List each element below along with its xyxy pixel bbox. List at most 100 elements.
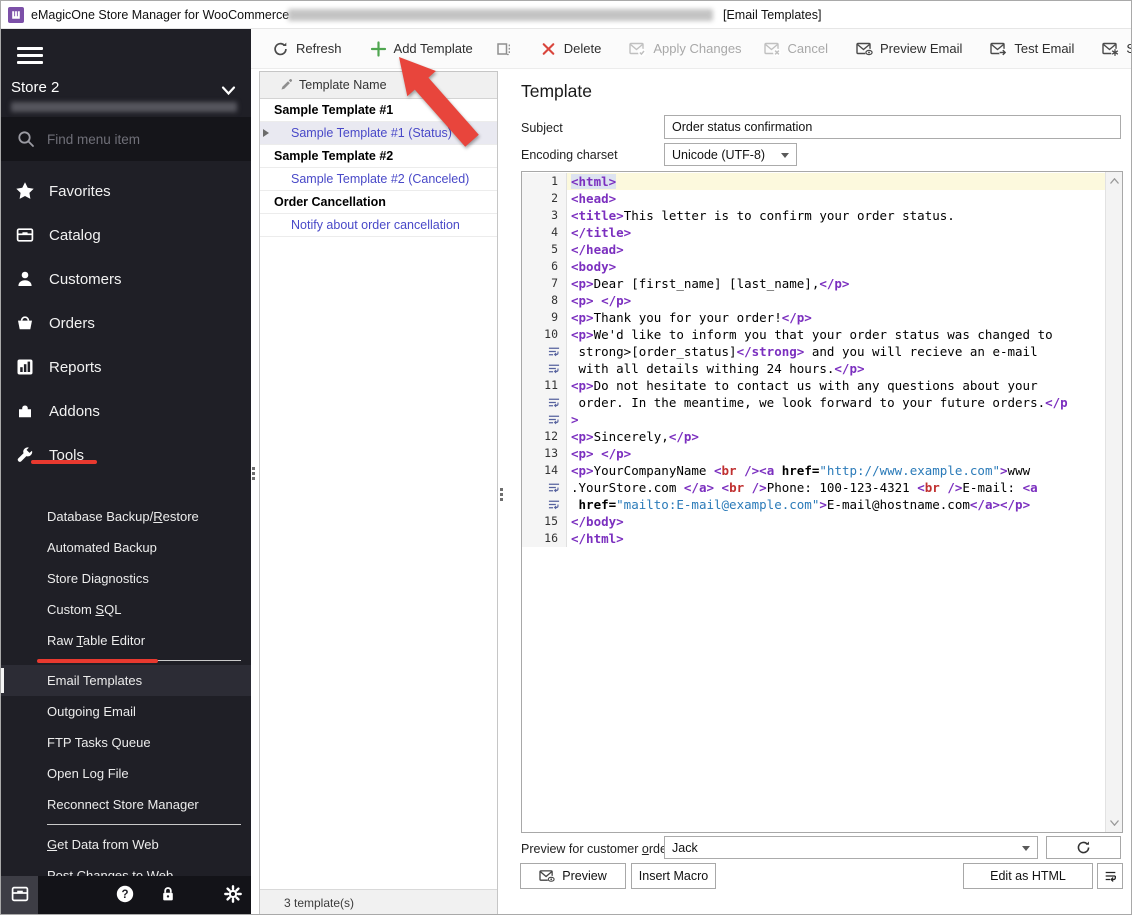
insert-macro-button[interactable]: Insert Macro <box>631 863 716 889</box>
plus-icon <box>370 41 387 57</box>
splitter-handle[interactable] <box>500 488 504 503</box>
menu-icon[interactable] <box>17 47 43 64</box>
lock-icon <box>158 884 178 909</box>
toolbar-button-label: Delete <box>564 41 602 56</box>
add-template-button[interactable]: Add Template <box>359 32 484 66</box>
line-number: 1 <box>522 173 567 190</box>
svg-text:?: ? <box>121 889 128 901</box>
sidebar-item-orders[interactable]: Orders <box>1 301 251 345</box>
footer-gear-button[interactable] <box>214 876 251 915</box>
apply-changes-button[interactable]: Apply Changes <box>618 32 752 66</box>
store-selector[interactable]: Store 2 <box>11 79 59 96</box>
code-line: 3<title>This letter is to confirm your o… <box>522 207 1105 224</box>
footer-lock-button[interactable] <box>149 876 186 915</box>
help-icon: ? <box>115 884 135 909</box>
sidebar-item-tools[interactable]: Tools <box>1 433 251 477</box>
code-line-content: <head> <box>567 190 1105 207</box>
word-wrap-toggle-button[interactable] <box>1097 863 1123 889</box>
submenu-item-automated-backup[interactable]: Automated Backup <box>1 532 251 563</box>
submenu-item-label: Automated Backup <box>47 540 157 555</box>
wrap-indicator-icon <box>522 360 567 377</box>
line-number: 11 <box>522 377 567 394</box>
line-number: 14 <box>522 462 567 479</box>
submenu-item-label: Raw Table Editor <box>47 633 145 648</box>
code-line-content: <p>YourCompanyName <br /><a href="http:/… <box>567 462 1105 479</box>
code-line-content: </title> <box>567 224 1105 241</box>
charset-select[interactable]: Unicode (UTF-8) <box>664 143 797 166</box>
code-line: 10<p>We'd like to inform you that your o… <box>522 326 1105 343</box>
sidebar-item-customers[interactable]: Customers <box>1 257 251 301</box>
template-row-order-cancellation[interactable]: Order Cancellation <box>260 191 497 214</box>
refresh-button[interactable]: Refresh <box>261 32 353 66</box>
template-row-label: Sample Template #2 <box>274 149 393 163</box>
code-editor[interactable]: 1<html>2<head>3<title>This letter is to … <box>521 171 1123 833</box>
scroll-up-icon[interactable] <box>1106 173 1122 189</box>
submenu-item-reconnect-store-manager[interactable]: Reconnect Store Manager <box>1 789 251 820</box>
sidebar-item-catalog[interactable]: Catalog <box>1 213 251 257</box>
line-number: 12 <box>522 428 567 445</box>
footer-help-button[interactable]: ? <box>106 876 143 915</box>
template-row-notify-about-order-cancellation[interactable]: Notify about order cancellation <box>260 214 497 237</box>
sidebar-item-label: Orders <box>49 315 95 332</box>
edit-as-html-button[interactable]: Edit as HTML <box>963 863 1093 889</box>
submenu-item-get-data-from-web[interactable]: Get Data from Web <box>1 829 251 860</box>
wrap-indicator-icon <box>522 479 567 496</box>
template-row-sample-template-2-canceled[interactable]: Sample Template #2 (Canceled) <box>260 168 497 191</box>
app-logo-icon <box>8 7 24 23</box>
show-email-settings-button[interactable]: Show Email Settings <box>1091 32 1132 66</box>
cancel-button[interactable]: Cancel <box>753 32 839 66</box>
preview-button[interactable]: Preview <box>520 863 626 889</box>
test-email-button[interactable]: Test Email <box>979 32 1085 66</box>
template-list-header[interactable]: Template Name <box>260 72 497 99</box>
template-row-sample-template-2[interactable]: Sample Template #2 <box>260 145 497 168</box>
edit-as-html-label: Edit as HTML <box>990 869 1066 883</box>
duplicate-icon <box>495 41 512 57</box>
submenu-item-open-log-file[interactable]: Open Log File <box>1 758 251 789</box>
sidebar-item-favorites[interactable]: Favorites <box>1 169 251 213</box>
code-line: 5</head> <box>522 241 1105 258</box>
preview-email-button[interactable]: Preview Email <box>845 32 973 66</box>
sidebar-search[interactable]: Find menu item <box>1 117 251 161</box>
line-number: 5 <box>522 241 567 258</box>
subject-input[interactable] <box>664 115 1121 139</box>
code-line: 15</body> <box>522 513 1105 530</box>
code-line-content: </body> <box>567 513 1105 530</box>
submenu-item-database-backup-restore[interactable]: Database Backup/Restore <box>1 501 251 532</box>
submenu-item-ftp-tasks-queue[interactable]: FTP Tasks Queue <box>1 727 251 758</box>
code-line-content: .YourStore.com </a> <br />Phone: 100-123… <box>567 479 1105 496</box>
scroll-down-icon[interactable] <box>1106 815 1122 831</box>
submenu-item-outgoing-email[interactable]: Outgoing Email <box>1 696 251 727</box>
submenu-separator <box>47 824 241 825</box>
sidebar-item-addons[interactable]: Addons <box>1 389 251 433</box>
submenu-item-label: Outgoing Email <box>47 704 136 719</box>
sidebar-item-reports[interactable]: Reports <box>1 345 251 389</box>
refresh-preview-button[interactable] <box>1046 836 1121 859</box>
duplicate-button[interactable] <box>484 32 523 66</box>
preview-for-order-label: Preview for customer order <box>521 842 671 856</box>
splitter-handle[interactable] <box>252 467 256 482</box>
wrap-indicator-icon <box>522 343 567 360</box>
submenu-item-email-templates[interactable]: Email Templates <box>1 665 251 696</box>
code-line-content: <p> </p> <box>567 292 1105 309</box>
delete-button[interactable]: Delete <box>529 32 613 66</box>
line-number: 3 <box>522 207 567 224</box>
template-row-sample-template-1-status[interactable]: Sample Template #1 (Status) <box>260 122 497 145</box>
code-line: .YourStore.com </a> <br />Phone: 100-123… <box>522 479 1105 496</box>
toolbar-button-label: Show Email Settings <box>1126 41 1132 56</box>
chevron-down-icon <box>1022 846 1030 851</box>
submenu-item-store-diagnostics[interactable]: Store Diagnostics <box>1 563 251 594</box>
preview-order-select[interactable]: Jack <box>664 836 1038 859</box>
submenu-item-custom-sql[interactable]: Custom SQL <box>1 594 251 625</box>
chevron-down-icon[interactable] <box>221 84 236 96</box>
submenu-item-raw-table-editor[interactable]: Raw Table Editor <box>1 625 251 656</box>
submenu-item-label: Open Log File <box>47 766 129 781</box>
current-row-indicator-icon <box>263 129 269 137</box>
template-row-label: Sample Template #1 <box>274 103 393 117</box>
template-row-sample-template-1[interactable]: Sample Template #1 <box>260 99 497 122</box>
editor-scrollbar[interactable] <box>1105 172 1122 832</box>
footer-archive-button[interactable] <box>1 876 38 915</box>
gear-icon <box>223 884 243 909</box>
code-line: 2<head> <box>522 190 1105 207</box>
template-list-panel: Template Name Sample Template #1 Sample T… <box>259 71 498 915</box>
mail-gear-icon <box>1102 41 1119 57</box>
